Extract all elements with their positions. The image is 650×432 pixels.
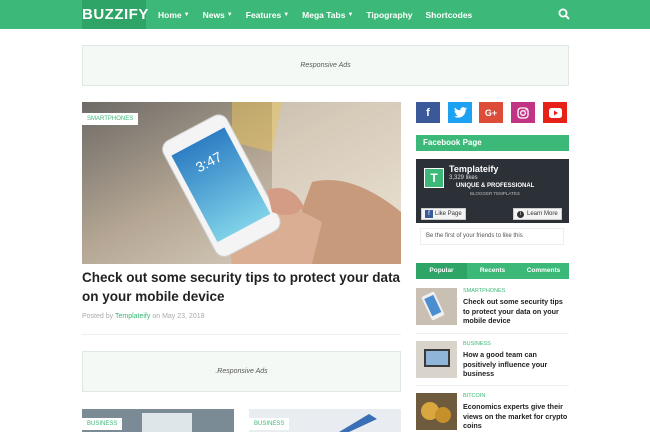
post-thumbnail[interactable] [416, 288, 457, 325]
post-thumbnail[interactable]: BUSINESS [249, 409, 401, 432]
nav-news[interactable]: News ▼ [203, 10, 233, 20]
site-logo[interactable]: BUZZIFY [82, 0, 148, 29]
search-icon[interactable] [558, 8, 570, 20]
post-category[interactable]: BUSINESS [463, 341, 491, 347]
facebook-icon: f [425, 210, 433, 218]
hero-category-badge[interactable]: SMARTPHONES [82, 113, 139, 125]
hero-image[interactable]: 3:47 SMARTPHONES [82, 102, 401, 264]
tab-popular[interactable]: Popular [416, 263, 467, 279]
fb-tagline: UNIQUE & PROFESSIONAL [456, 183, 535, 189]
nav-mega-tabs-label: Mega Tabs [302, 9, 346, 20]
info-icon: i [517, 210, 524, 218]
responsive-ad-top[interactable]: Responsive Ads [82, 45, 569, 86]
post-meta: Posted by Templateify on May 23, 2018 [82, 313, 205, 320]
nav-news-label: News [202, 9, 225, 20]
post-category[interactable]: SMARTPHONES [463, 288, 505, 294]
list-item[interactable]: BITCOIN Economics experts give their vie… [416, 393, 569, 430]
post-category[interactable]: BITCOIN [463, 393, 485, 399]
instagram-icon[interactable] [511, 102, 535, 123]
on-text: on [152, 313, 161, 320]
author-link[interactable]: Templateify [115, 313, 150, 320]
nav-tipography[interactable]: Tipography [366, 10, 412, 20]
main-nav: Home ▼ News ▼ Features ▼ Mega Tabs ▼ Tipogra… [158, 0, 485, 29]
divider [416, 385, 569, 386]
chevron-down-icon: ▼ [283, 11, 290, 18]
divider [416, 333, 569, 334]
thumbnail-photo [416, 288, 457, 325]
like-page-label: Like Page [435, 211, 462, 217]
fb-like-count: 3,329 likes [449, 175, 478, 181]
nav-tipography-label: Tipography [366, 9, 413, 20]
nav-features-label: Features [245, 9, 282, 20]
post-title[interactable]: Check out some security tips to protect … [463, 297, 569, 326]
posted-by-text: Posted by [82, 313, 114, 320]
post-title[interactable]: Economics experts give their views on th… [463, 402, 569, 431]
youtube-glyph [548, 107, 562, 118]
facebook-page-widget[interactable]: T Templateify 3,329 likes UNIQUE & PROFE… [416, 159, 569, 223]
post-date: May 23, 2018 [162, 313, 205, 320]
sidebar-tabs: Popular Recents Comments [416, 263, 569, 279]
responsive-ad-middle[interactable]: .Responsive Ads [82, 351, 401, 392]
learn-more-button[interactable]: i Learn More [513, 208, 562, 220]
post-thumbnail[interactable]: BUSINESS [82, 409, 234, 432]
thumbnail-photo [416, 341, 457, 378]
facebook-icon[interactable]: f [416, 102, 440, 123]
nav-shortcodes-label: Shortcodes [425, 9, 473, 20]
nav-features[interactable]: Features ▼ [246, 10, 289, 20]
fb-subtagline: BLOGGER TEMPLATES [470, 191, 520, 196]
post-thumbnail[interactable] [416, 341, 457, 378]
fb-friends-text: Be the first of your friends to like thi… [420, 228, 564, 245]
post-title[interactable]: How a good team can positively influence… [463, 350, 569, 379]
hero-title[interactable]: Check out some security tips to protect … [82, 268, 402, 306]
youtube-icon[interactable] [543, 102, 567, 123]
google-plus-icon[interactable]: G+ [479, 102, 503, 123]
nav-mega-tabs[interactable]: Mega Tabs ▼ [302, 10, 353, 20]
fb-page-name[interactable]: Templateify [449, 164, 498, 174]
like-page-button[interactable]: f Like Page [421, 208, 466, 220]
facebook-page-heading: Facebook Page [416, 135, 569, 151]
category-badge[interactable]: BUSINESS [82, 418, 123, 430]
list-item[interactable]: SMARTPHONES Check out some security tips… [416, 288, 569, 325]
chevron-down-icon: ▼ [183, 11, 190, 18]
twitter-icon[interactable] [448, 102, 472, 123]
chevron-down-icon: ▼ [347, 11, 354, 18]
hero-photo: 3:47 [82, 102, 401, 264]
twitter-bird-icon [453, 107, 467, 118]
templateify-logo-icon: T [424, 168, 444, 188]
divider [82, 334, 401, 335]
nav-shortcodes[interactable]: Shortcodes [426, 10, 473, 20]
tab-comments[interactable]: Comments [518, 263, 569, 279]
list-item[interactable]: BUSINESS How a good team can positively … [416, 341, 569, 378]
post-thumbnail[interactable] [416, 393, 457, 430]
category-badge[interactable]: BUSINESS [249, 418, 290, 430]
nav-home-label: Home [158, 9, 182, 20]
learn-more-label: Learn More [527, 211, 558, 217]
tab-recents[interactable]: Recents [467, 263, 518, 279]
instagram-glyph [517, 106, 529, 119]
thumbnail-photo [416, 393, 457, 430]
chevron-down-icon: ▼ [226, 11, 233, 18]
nav-home[interactable]: Home ▼ [158, 10, 190, 20]
